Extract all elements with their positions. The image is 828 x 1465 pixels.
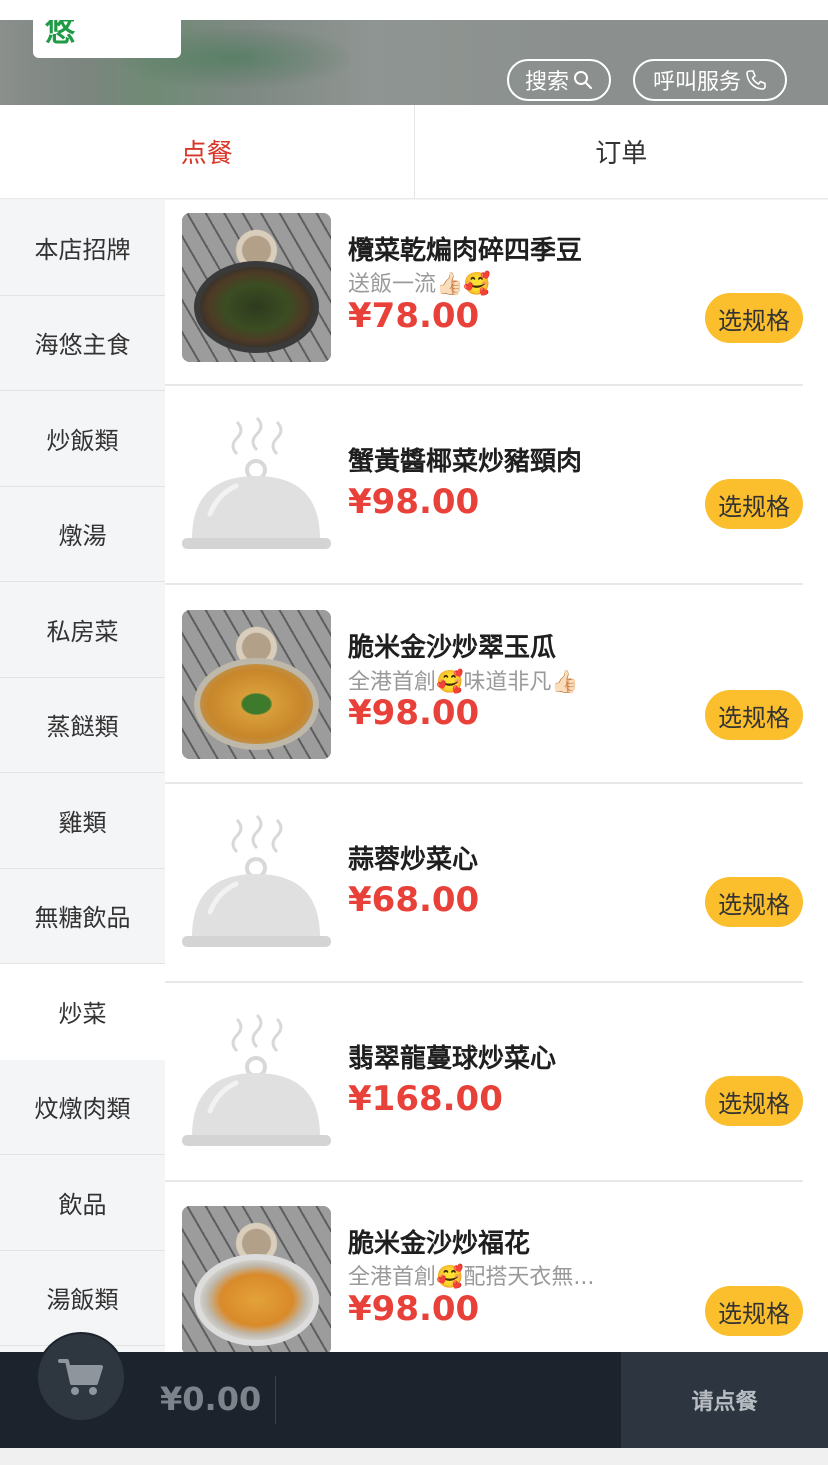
search-button[interactable]: 搜索 [507, 59, 611, 101]
dish-description: 全港首創🥰配搭天衣無... [348, 1265, 595, 1290]
dish-item[interactable]: 蒜蓉炒菜心 ¥68.00 选规格 [165, 784, 828, 983]
dish-photo [182, 213, 331, 362]
place-order-button[interactable]: 请点餐 [621, 1352, 828, 1448]
status-strip [0, 0, 828, 20]
dish-price: ¥98.00 [348, 1289, 480, 1329]
dish-name: 蒜蓉炒菜心 [348, 845, 479, 875]
dish-description: 全港首創🥰味道非凡👍🏻 [348, 670, 579, 695]
sidebar-item-fried-rice[interactable]: 炒飯類 [0, 391, 165, 487]
dish-photo [182, 1206, 331, 1352]
cart-total: ¥0.00 [160, 1380, 262, 1418]
dish-price: ¥168.00 [348, 1079, 503, 1119]
dish-price: ¥78.00 [348, 296, 480, 336]
tab-order-food[interactable]: 点餐 [0, 105, 414, 198]
dish-item[interactable]: 蟹黃醬椰菜炒豬頸肉 ¥98.00 选规格 [165, 386, 828, 585]
dish-item[interactable]: 欖菜乾煸肉碎四季豆 送飯一流👍🏻🥰 ¥78.00 选规格 [165, 200, 828, 386]
main-tabs: 点餐 订单 [0, 105, 828, 199]
cart-button[interactable] [36, 1332, 126, 1422]
category-sidebar: 本店招牌 海悠主食 炒飯類 燉湯 私房菜 蒸餸類 雞類 無糖飲品 炒菜 炆燉肉類… [0, 200, 165, 1352]
dish-photo [182, 610, 331, 759]
dish-item[interactable]: 脆米金沙炒福花 全港首創🥰配搭天衣無... ¥98.00 选规格 [165, 1182, 828, 1352]
cart-bar: ¥0.00 请点餐 [0, 1332, 828, 1448]
call-service-button[interactable]: 呼叫服务 [633, 59, 787, 101]
sidebar-item-private-dishes[interactable]: 私房菜 [0, 582, 165, 678]
search-icon [574, 71, 592, 89]
select-spec-button[interactable]: 选规格 [705, 293, 803, 343]
header-banner: 悠 搜索 呼叫服务 [0, 20, 828, 105]
sidebar-item-sugar-free-drinks[interactable]: 無糖飲品 [0, 869, 165, 964]
sidebar-item-braised-meat[interactable]: 炆燉肉類 [0, 1060, 165, 1155]
dish-price: ¥98.00 [348, 693, 480, 733]
placeholder-cloche-icon [182, 414, 331, 563]
placeholder-cloche-icon [182, 812, 331, 961]
cart-icon [58, 1359, 103, 1395]
dish-name: 蟹黃醬椰菜炒豬頸肉 [348, 447, 583, 477]
select-spec-button[interactable]: 选规格 [705, 479, 803, 529]
dish-name: 脆米金沙炒福花 [348, 1229, 531, 1259]
bottom-strip [0, 1448, 828, 1465]
dish-name: 翡翠龍蔓球炒菜心 [348, 1044, 557, 1074]
select-spec-button[interactable]: 选规格 [705, 690, 803, 740]
search-button-label: 搜索 [524, 70, 569, 95]
sidebar-item-steamed[interactable]: 蒸餸類 [0, 678, 165, 773]
dish-name: 脆米金沙炒翠玉瓜 [348, 633, 557, 663]
dish-list: 欖菜乾煸肉碎四季豆 送飯一流👍🏻🥰 ¥78.00 选规格 蟹黃醬椰菜炒豬頸肉 ¥… [165, 200, 828, 1352]
sidebar-item-staples[interactable]: 海悠主食 [0, 296, 165, 391]
tab-orders[interactable]: 订单 [413, 105, 828, 198]
call-service-label: 呼叫服务 [652, 70, 741, 95]
dish-item[interactable]: 翡翠龍蔓球炒菜心 ¥168.00 选规格 [165, 983, 828, 1182]
dish-price: ¥68.00 [348, 880, 480, 920]
select-spec-button[interactable]: 选规格 [705, 1076, 803, 1126]
sidebar-item-stir-fried-veg[interactable]: 炒菜 [0, 964, 165, 1060]
dish-price: ¥98.00 [348, 482, 480, 522]
dish-name: 欖菜乾煸肉碎四季豆 [348, 236, 583, 266]
sidebar-item-signature[interactable]: 本店招牌 [0, 200, 165, 296]
sidebar-item-chicken[interactable]: 雞類 [0, 773, 165, 869]
placeholder-cloche-icon [182, 1011, 331, 1160]
logo-mark: 悠 [45, 20, 75, 49]
select-spec-button[interactable]: 选规格 [705, 877, 803, 927]
sidebar-item-drinks[interactable]: 飲品 [0, 1155, 165, 1251]
store-logo: 悠 [33, 20, 181, 58]
select-spec-button[interactable]: 选规格 [705, 1286, 803, 1336]
dish-description: 送飯一流👍🏻🥰 [348, 272, 491, 297]
divider [275, 1376, 276, 1424]
dish-item[interactable]: 脆米金沙炒翠玉瓜 全港首創🥰味道非凡👍🏻 ¥98.00 选规格 [165, 585, 828, 784]
sidebar-item-soups[interactable]: 燉湯 [0, 487, 165, 582]
phone-icon [746, 70, 766, 90]
